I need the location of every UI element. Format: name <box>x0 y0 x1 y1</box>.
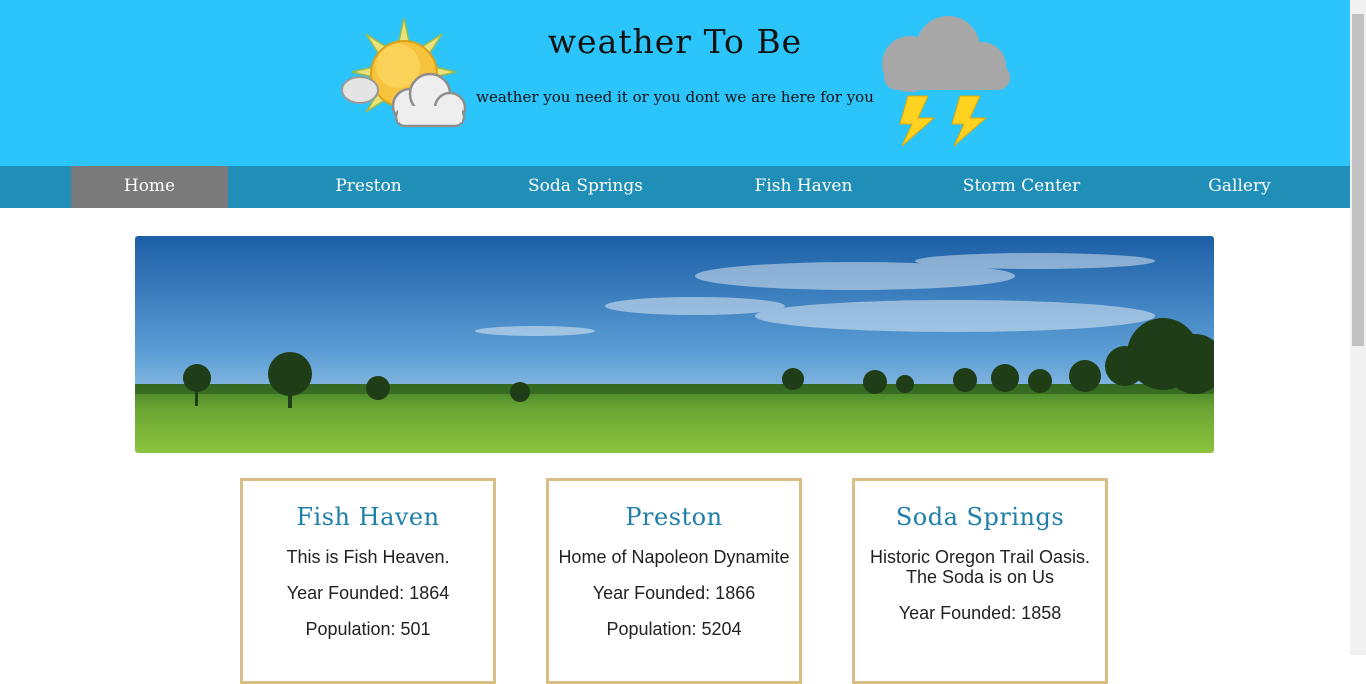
site-title: weather To Be <box>547 22 803 61</box>
site-tagline: weather you need it or you dont we are h… <box>476 88 874 106</box>
nav-item-preston[interactable]: Preston <box>290 166 447 208</box>
nav-item-gallery[interactable]: Gallery <box>1161 166 1318 208</box>
card-population: Population: 5204 <box>606 619 742 639</box>
main-nav: Home Preston Soda Springs Fish Haven Sto… <box>0 166 1350 208</box>
card-description: Home of Napoleon Dynamite <box>558 547 790 567</box>
card-description: Historic Oregon Trail Oasis. The Soda is… <box>869 547 1091 587</box>
town-card-preston: Preston Home of Napoleon Dynamite Year F… <box>546 478 802 684</box>
nav-item-soda-springs[interactable]: Soda Springs <box>507 166 664 208</box>
site-header: weather To Be weather you need it or you… <box>0 0 1350 166</box>
hero-landscape-image <box>135 236 1214 453</box>
card-title: Soda Springs <box>895 503 1065 531</box>
card-year-founded: Year Founded: 1864 <box>286 583 450 603</box>
town-card-soda-springs: Soda Springs Historic Oregon Trail Oasis… <box>852 478 1108 684</box>
card-description: This is Fish Heaven. <box>286 547 450 567</box>
card-year-founded: Year Founded: 1866 <box>592 583 756 603</box>
scrollbar-thumb[interactable] <box>1352 14 1364 346</box>
card-population: Population: 501 <box>305 619 431 639</box>
card-title: Fish Haven <box>296 503 440 531</box>
card-year-founded: Year Founded: 1858 <box>898 603 1062 623</box>
storm-cloud-icon <box>882 16 1010 147</box>
town-card-fish-haven: Fish Haven This is Fish Heaven. Year Fou… <box>240 478 496 684</box>
nav-item-storm-center[interactable]: Storm Center <box>943 166 1100 208</box>
nav-item-fish-haven[interactable]: Fish Haven <box>725 166 882 208</box>
sun-cloud-icon <box>341 17 467 128</box>
nav-item-home[interactable]: Home <box>71 166 228 208</box>
card-title: Preston <box>625 503 723 531</box>
